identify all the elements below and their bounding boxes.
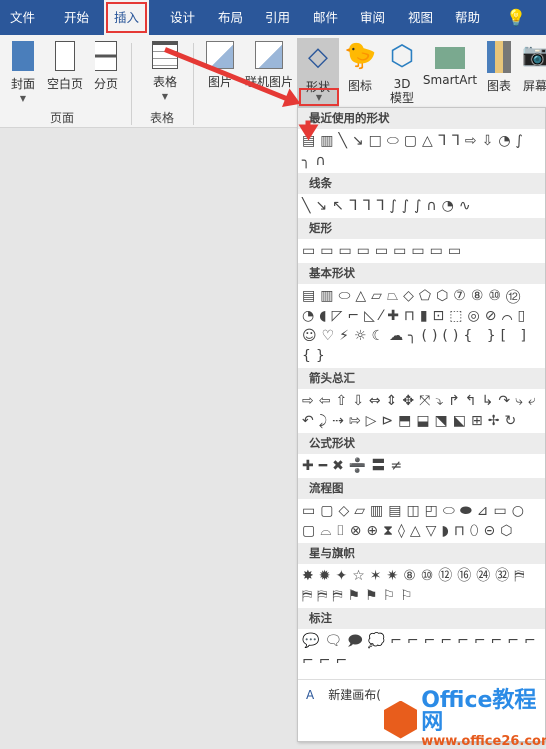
- smartart-button[interactable]: SmartArt: [422, 41, 478, 87]
- label: 图标: [347, 79, 372, 93]
- icons-button[interactable]: 🐤 图标: [343, 41, 377, 94]
- chart-icon: [487, 41, 511, 73]
- section-header-rectangles: 矩形: [298, 218, 545, 239]
- section-header-stars: 星与旗帜: [298, 543, 545, 564]
- section-header-equation: 公式形状: [298, 433, 545, 454]
- camera-icon: 📷: [522, 43, 546, 68]
- section-header-callouts: 标注: [298, 608, 545, 629]
- cube-icon: ⬡: [389, 39, 415, 72]
- tab-insert[interactable]: 插入: [104, 0, 150, 35]
- tab-file[interactable]: 文件: [10, 0, 35, 35]
- group-label-table: 表格: [150, 111, 175, 125]
- section-header-basic: 基本形状: [298, 263, 545, 284]
- tab-view[interactable]: 视图: [408, 0, 433, 35]
- label: 图表: [486, 79, 511, 93]
- label: 屏幕: [522, 79, 546, 93]
- tab-review[interactable]: 审阅: [360, 0, 385, 35]
- screenshot-button[interactable]: 📷 屏幕: [520, 41, 546, 94]
- shape-grid-recent[interactable]: ▤▥╲↘□⬭▢△ᒣᒣ⇨⇩◔∫╮∩: [298, 129, 545, 173]
- canvas-icon: A: [306, 688, 315, 702]
- cover-page-button[interactable]: 封面 ▼: [6, 41, 40, 103]
- watermark: Office教程网 www.office26.com: [384, 690, 546, 749]
- label: SmartArt: [422, 73, 478, 87]
- ribbon-tabs: 文件 开始 插入 设计 布局 引用 邮件 审阅 视图 帮助 💡: [0, 0, 546, 35]
- tab-layout[interactable]: 布局: [218, 0, 243, 35]
- section-header-arrows: 箭头总汇: [298, 368, 545, 389]
- annotation-arrow: [305, 120, 311, 127]
- blank-page-button[interactable]: 空白页: [44, 41, 86, 92]
- new-canvas-label: 新建画布(: [328, 688, 381, 702]
- label: 空白页: [46, 77, 83, 91]
- tab-home[interactable]: 开始: [64, 0, 89, 35]
- blank-page-icon: [55, 41, 75, 71]
- shape-grid-basic[interactable]: ▤▥⬭△▱⏢◇⬠⬡⑦⑧⑩⑫◔◖◸⌐◺⁄✚⊓▮⊡⬚◎⊘⌒▯☺♡⚡☼☾☁╮()(){…: [298, 284, 545, 368]
- tab-mailings[interactable]: 邮件: [313, 0, 338, 35]
- label: 模型: [389, 91, 414, 105]
- group-label-pages: 页面: [50, 111, 75, 125]
- chart-button[interactable]: 图表: [484, 41, 514, 94]
- office-logo-icon: [384, 700, 418, 739]
- tab-design[interactable]: 设计: [170, 0, 195, 35]
- shape-grid-lines[interactable]: ╲↘↖ᒣᒣᒣ∫∫∫∩◔∿: [298, 194, 545, 218]
- label: 3D: [393, 77, 411, 91]
- online-picture-icon: [255, 41, 283, 69]
- lightbulb-icon[interactable]: 💡: [506, 0, 526, 35]
- divider: [193, 43, 194, 125]
- label: 分页: [93, 77, 118, 91]
- shape-grid-rectangles[interactable]: ▭▭▭▭▭▭▭▭▭: [298, 239, 545, 263]
- page-break-icon: [95, 41, 117, 71]
- label: 表格: [152, 75, 177, 89]
- shapes-dropdown-highlight[interactable]: ▼: [299, 88, 339, 106]
- shapes-gallery: 最近使用的形状 ▤▥╲↘□⬭▢△ᒣᒣ⇨⇩◔∫╮∩ 线条 ╲↘↖ᒣᒣᒣ∫∫∫∩◔∿…: [297, 107, 546, 742]
- shape-grid-flowchart[interactable]: ▭▢◇▱▥▤◫◰⬭⬬⊿▭○▢⌓⌷⊗⊕⧗◊△▽◗⊓⬯⊝⬡: [298, 499, 545, 543]
- tab-help[interactable]: 帮助: [455, 0, 480, 35]
- cover-page-icon: [12, 41, 34, 71]
- 3d-models-button[interactable]: ⬡ 3D 模型: [385, 39, 419, 106]
- divider: [131, 43, 132, 125]
- section-header-flowchart: 流程图: [298, 478, 545, 499]
- smartart-icon: [435, 47, 465, 69]
- shape-grid-callouts[interactable]: 💬🗨🗩💭⌐⌐⌐⌐⌐⌐⌐⌐⌐⌐⌐⌐: [298, 629, 545, 673]
- section-header-lines: 线条: [298, 173, 545, 194]
- icons-icon: 🐤: [344, 41, 377, 71]
- page-break-button[interactable]: 分页: [90, 41, 122, 92]
- shape-grid-stars[interactable]: ✸✹✦☆✶✷⑧⑩⑫⑯㉔㉜⛿⛿⛿⛿⚑⚑⚐⚐: [298, 564, 545, 608]
- label: 封面: [10, 77, 35, 91]
- watermark-title: Office教程网: [421, 688, 537, 735]
- shapes-icon: ◇: [308, 42, 328, 72]
- tab-references[interactable]: 引用: [265, 0, 290, 35]
- shape-grid-arrows[interactable]: ⇨⇦⇧⇩⇔⇕✥⤧⤵↱↰↳↷⤷⤶↶⤸⇢⇰▷⊳⬒⬓⬔⬕⊞✢↻: [298, 389, 545, 433]
- shape-grid-equation[interactable]: ✚━✖➗〓≠: [298, 454, 545, 478]
- section-header-recent: 最近使用的形状: [298, 108, 545, 129]
